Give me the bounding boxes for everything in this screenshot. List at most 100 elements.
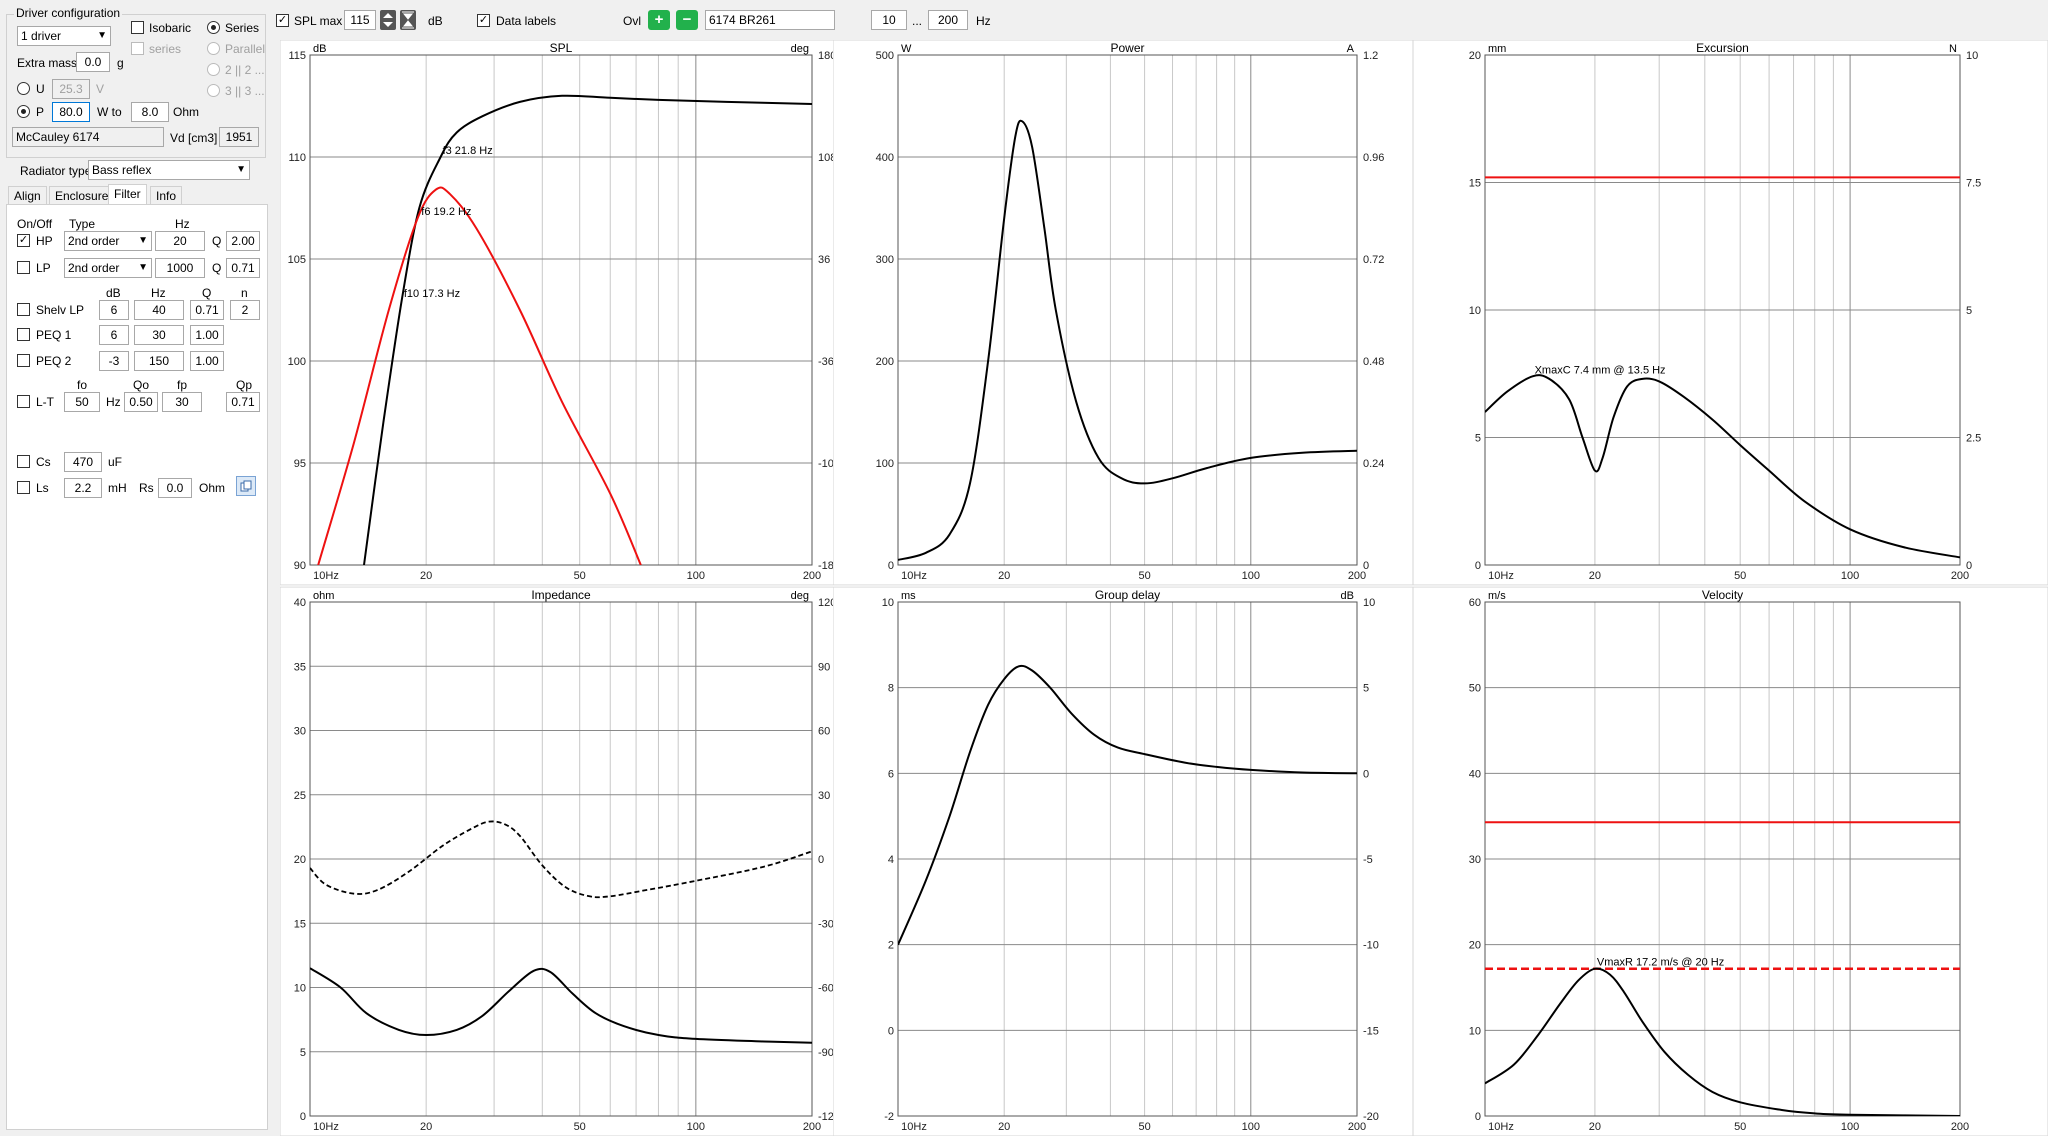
top-toolbar: ✓ SPL max 115 dB ✓ Data labels Ovl + − 6… — [272, 0, 2048, 40]
y-axis-unit: dB — [313, 43, 326, 55]
ls-input[interactable]: 2.2 — [64, 478, 102, 498]
y-tick-label: 0 — [1475, 1111, 1481, 1123]
y-tick-label: -2 — [884, 1111, 894, 1123]
shelv-checkbox[interactable] — [17, 303, 30, 316]
driver-count-select[interactable]: 1 driver ▼ — [17, 26, 111, 46]
hp-hz-input[interactable]: 20 — [155, 231, 205, 251]
option-3p3-radio[interactable] — [207, 84, 220, 97]
rs-input[interactable]: 0.0 — [158, 478, 192, 498]
chart-title: SPL — [550, 41, 573, 55]
rs-unit: Ohm — [199, 481, 226, 495]
shelv-db-input[interactable]: 6 — [99, 300, 129, 320]
hp-q-input[interactable]: 2.00 — [226, 231, 260, 251]
db-header: dB — [106, 286, 121, 300]
hp-type-value: 2nd order — [68, 234, 120, 248]
data-labels-checkbox[interactable]: ✓ — [477, 14, 490, 27]
chart-background — [280, 587, 840, 1136]
y2-tick-label: -10 — [1363, 940, 1379, 952]
lp-q-input[interactable]: 0.71 — [226, 258, 260, 278]
lp-hz-input[interactable]: 1000 — [155, 258, 205, 278]
ls-checkbox[interactable] — [17, 481, 30, 494]
radiator-type-select[interactable]: Bass reflex ▼ — [88, 160, 250, 180]
ovl-label: Ovl — [623, 14, 641, 28]
option-2p2-radio[interactable] — [207, 63, 220, 76]
lt-checkbox[interactable] — [17, 395, 30, 408]
tab-info[interactable]: Info — [150, 186, 183, 204]
cs-checkbox[interactable] — [17, 455, 30, 468]
y-tick-label: 400 — [876, 152, 894, 164]
y-tick-label: 0 — [888, 1025, 894, 1037]
ohm-input[interactable]: 8.0 — [131, 102, 169, 122]
copy-icon — [240, 480, 252, 492]
q-header: Q — [202, 286, 212, 300]
y-tick-label: 105 — [288, 254, 306, 266]
peq2-db-input[interactable]: -3 — [99, 351, 129, 371]
series-radio[interactable] — [207, 21, 220, 34]
tab-align[interactable]: Align — [8, 186, 47, 204]
lp-type-select[interactable]: 2nd order ▼ — [64, 258, 152, 278]
p-input[interactable]: 80.0 — [52, 102, 90, 122]
hp-type-select[interactable]: 2nd order ▼ — [64, 231, 152, 251]
shelv-q-input[interactable]: 0.71 — [190, 300, 224, 320]
y2-tick-label: 5 — [1966, 305, 1972, 317]
peq1-q-input[interactable]: 1.00 — [190, 325, 224, 345]
add-overlay-button[interactable]: + — [648, 10, 670, 30]
y-tick-label: 30 — [1469, 854, 1481, 866]
x-tick-label: 50 — [574, 570, 586, 582]
u-radio[interactable] — [17, 82, 30, 95]
x-tick-label: 100 — [1841, 1121, 1859, 1133]
cs-input[interactable]: 470 — [64, 452, 102, 472]
overlay-name-input[interactable]: 6174 BR261 — [705, 10, 835, 30]
tab-enclosure[interactable]: Enclosure — [49, 186, 115, 204]
cs-label: Cs — [36, 455, 51, 469]
series-sub-checkbox[interactable] — [131, 42, 144, 55]
shelv-hz-input[interactable]: 40 — [134, 300, 184, 320]
y2-tick-label: -90 — [818, 1047, 834, 1059]
peq2-hz-input[interactable]: 150 — [134, 351, 184, 371]
extra-mass-input[interactable]: 0.0 — [76, 52, 110, 72]
lt-fp-input[interactable]: 30 — [162, 392, 202, 412]
w-to-label: W to — [97, 105, 122, 119]
p-radio[interactable] — [17, 105, 30, 118]
hp-checkbox[interactable]: ✓ — [17, 234, 30, 247]
x-tick-label: 200 — [1951, 570, 1969, 582]
fit-vertical-icon — [402, 11, 414, 29]
data-annotation: VmaxR 17.2 m/s @ 20 Hz — [1597, 957, 1724, 969]
lt-qp-input[interactable]: 0.71 — [226, 392, 260, 412]
y-tick-label: 15 — [294, 918, 306, 930]
peq1-checkbox[interactable] — [17, 328, 30, 341]
remove-overlay-button[interactable]: − — [676, 10, 698, 30]
lp-q-label: Q — [212, 261, 222, 275]
freq-from-input[interactable]: 10 — [871, 10, 907, 30]
y-tick-label: 95 — [294, 458, 306, 470]
peq1-db-input[interactable]: 6 — [99, 325, 129, 345]
vd-field: 1951 — [219, 127, 259, 147]
freq-to-input[interactable]: 200 — [928, 10, 968, 30]
spl-max-input[interactable]: 115 — [344, 10, 376, 30]
freq-unit: Hz — [976, 14, 991, 28]
lt-qo-input[interactable]: 0.50 — [124, 392, 158, 412]
type-header: Type — [69, 217, 96, 231]
isobaric-checkbox[interactable] — [131, 21, 144, 34]
peq1-hz-input[interactable]: 30 — [134, 325, 184, 345]
fo-header: fo — [77, 378, 88, 392]
peq2-q-input[interactable]: 1.00 — [190, 351, 224, 371]
copy-button[interactable] — [236, 476, 256, 496]
u-input[interactable]: 25.3 — [52, 79, 90, 99]
option-3p3-label: 3 || 3 ... — [225, 84, 265, 98]
lt-fo-input[interactable]: 50 — [64, 392, 100, 412]
qp-header: Qp — [236, 378, 253, 392]
y2-axis-unit: A — [1347, 43, 1355, 55]
lp-checkbox[interactable] — [17, 261, 30, 274]
parallel-radio[interactable] — [207, 42, 220, 55]
peq2-checkbox[interactable] — [17, 354, 30, 367]
tab-filter[interactable]: Filter — [108, 184, 147, 204]
minus-icon: − — [682, 11, 692, 28]
x-tick-label: 200 — [803, 1121, 821, 1133]
spl-max-checkbox[interactable]: ✓ — [276, 14, 289, 27]
spl-fit-button[interactable] — [400, 10, 416, 30]
y-tick-label: 200 — [876, 356, 894, 368]
spl-stepper[interactable] — [380, 10, 396, 30]
y-tick-label: 15 — [1469, 178, 1481, 190]
shelv-n-input[interactable]: 2 — [230, 300, 260, 320]
